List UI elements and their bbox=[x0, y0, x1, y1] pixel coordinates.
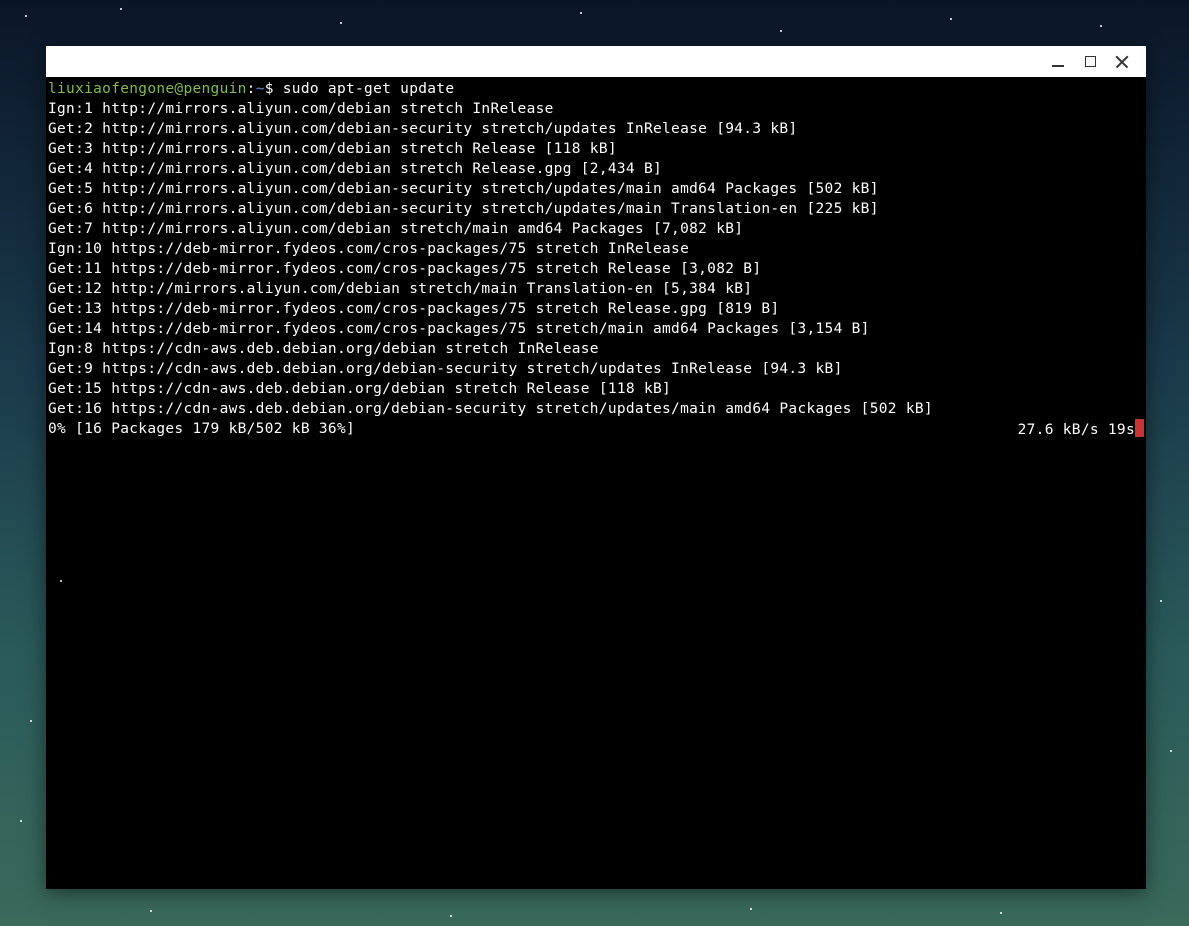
terminal-body[interactable]: liuxiaofengone@penguin:~$ sudo apt-get u… bbox=[46, 77, 1146, 442]
star-decoration bbox=[340, 22, 342, 24]
prompt-dollar: $ bbox=[265, 81, 283, 97]
progress-right: 27.6 kB/s 19s bbox=[1018, 419, 1144, 440]
output-line: Get:15 https://cdn-aws.deb.debian.org/de… bbox=[46, 379, 1146, 399]
star-decoration bbox=[750, 908, 752, 910]
titlebar[interactable] bbox=[46, 46, 1146, 77]
terminal-window: liuxiaofengone@penguin:~$ sudo apt-get u… bbox=[46, 46, 1146, 889]
star-decoration bbox=[30, 720, 32, 722]
star-decoration bbox=[1000, 912, 1002, 914]
star-decoration bbox=[1160, 600, 1162, 602]
prompt-separator: : bbox=[247, 81, 256, 97]
star-decoration bbox=[120, 8, 122, 10]
star-decoration bbox=[450, 915, 452, 917]
output-line: Get:7 http://mirrors.aliyun.com/debian s… bbox=[46, 219, 1146, 239]
command-text: sudo apt-get update bbox=[283, 81, 455, 97]
output-line: Get:13 https://deb-mirror.fydeos.com/cro… bbox=[46, 299, 1146, 319]
star-decoration bbox=[60, 580, 62, 582]
star-decoration bbox=[780, 30, 782, 32]
cursor bbox=[1135, 419, 1144, 437]
output-line: Get:16 https://cdn-aws.deb.debian.org/de… bbox=[46, 399, 1146, 419]
star-decoration bbox=[25, 15, 27, 17]
output-line: Get:3 http://mirrors.aliyun.com/debian s… bbox=[46, 139, 1146, 159]
prompt-user: liuxiaofengone@penguin bbox=[48, 81, 247, 97]
output-line: Get:4 http://mirrors.aliyun.com/debian s… bbox=[46, 159, 1146, 179]
output-line: Get:11 https://deb-mirror.fydeos.com/cro… bbox=[46, 259, 1146, 279]
output-line: Ign:8 https://cdn-aws.deb.debian.org/deb… bbox=[46, 339, 1146, 359]
prompt-line: liuxiaofengone@penguin:~$ sudo apt-get u… bbox=[46, 79, 1146, 99]
star-decoration bbox=[950, 18, 952, 20]
minimize-icon bbox=[1052, 56, 1064, 68]
maximize-icon bbox=[1085, 56, 1096, 67]
close-icon bbox=[1115, 55, 1129, 69]
output-line: Ign:1 http://mirrors.aliyun.com/debian s… bbox=[46, 99, 1146, 119]
prompt-path: ~ bbox=[256, 81, 265, 97]
output-line: Ign:10 https://deb-mirror.fydeos.com/cro… bbox=[46, 239, 1146, 259]
output-line: Get:12 http://mirrors.aliyun.com/debian … bbox=[46, 279, 1146, 299]
star-decoration bbox=[150, 910, 152, 912]
progress-line: 0% [16 Packages 179 kB/502 kB 36%] 27.6 … bbox=[46, 419, 1146, 440]
output-line: Get:9 https://cdn-aws.deb.debian.org/deb… bbox=[46, 359, 1146, 379]
output-line: Get:2 http://mirrors.aliyun.com/debian-s… bbox=[46, 119, 1146, 139]
star-decoration bbox=[580, 12, 582, 14]
output-line: Get:5 http://mirrors.aliyun.com/debian-s… bbox=[46, 179, 1146, 199]
maximize-button[interactable] bbox=[1074, 46, 1106, 77]
star-decoration bbox=[20, 820, 22, 822]
output-line: Get:6 http://mirrors.aliyun.com/debian-s… bbox=[46, 199, 1146, 219]
star-decoration bbox=[1170, 750, 1172, 752]
close-button[interactable] bbox=[1106, 46, 1138, 77]
progress-left: 0% [16 Packages 179 kB/502 kB 36%] bbox=[48, 419, 355, 440]
output-line: Get:14 https://deb-mirror.fydeos.com/cro… bbox=[46, 319, 1146, 339]
star-decoration bbox=[1100, 25, 1102, 27]
minimize-button[interactable] bbox=[1042, 46, 1074, 77]
